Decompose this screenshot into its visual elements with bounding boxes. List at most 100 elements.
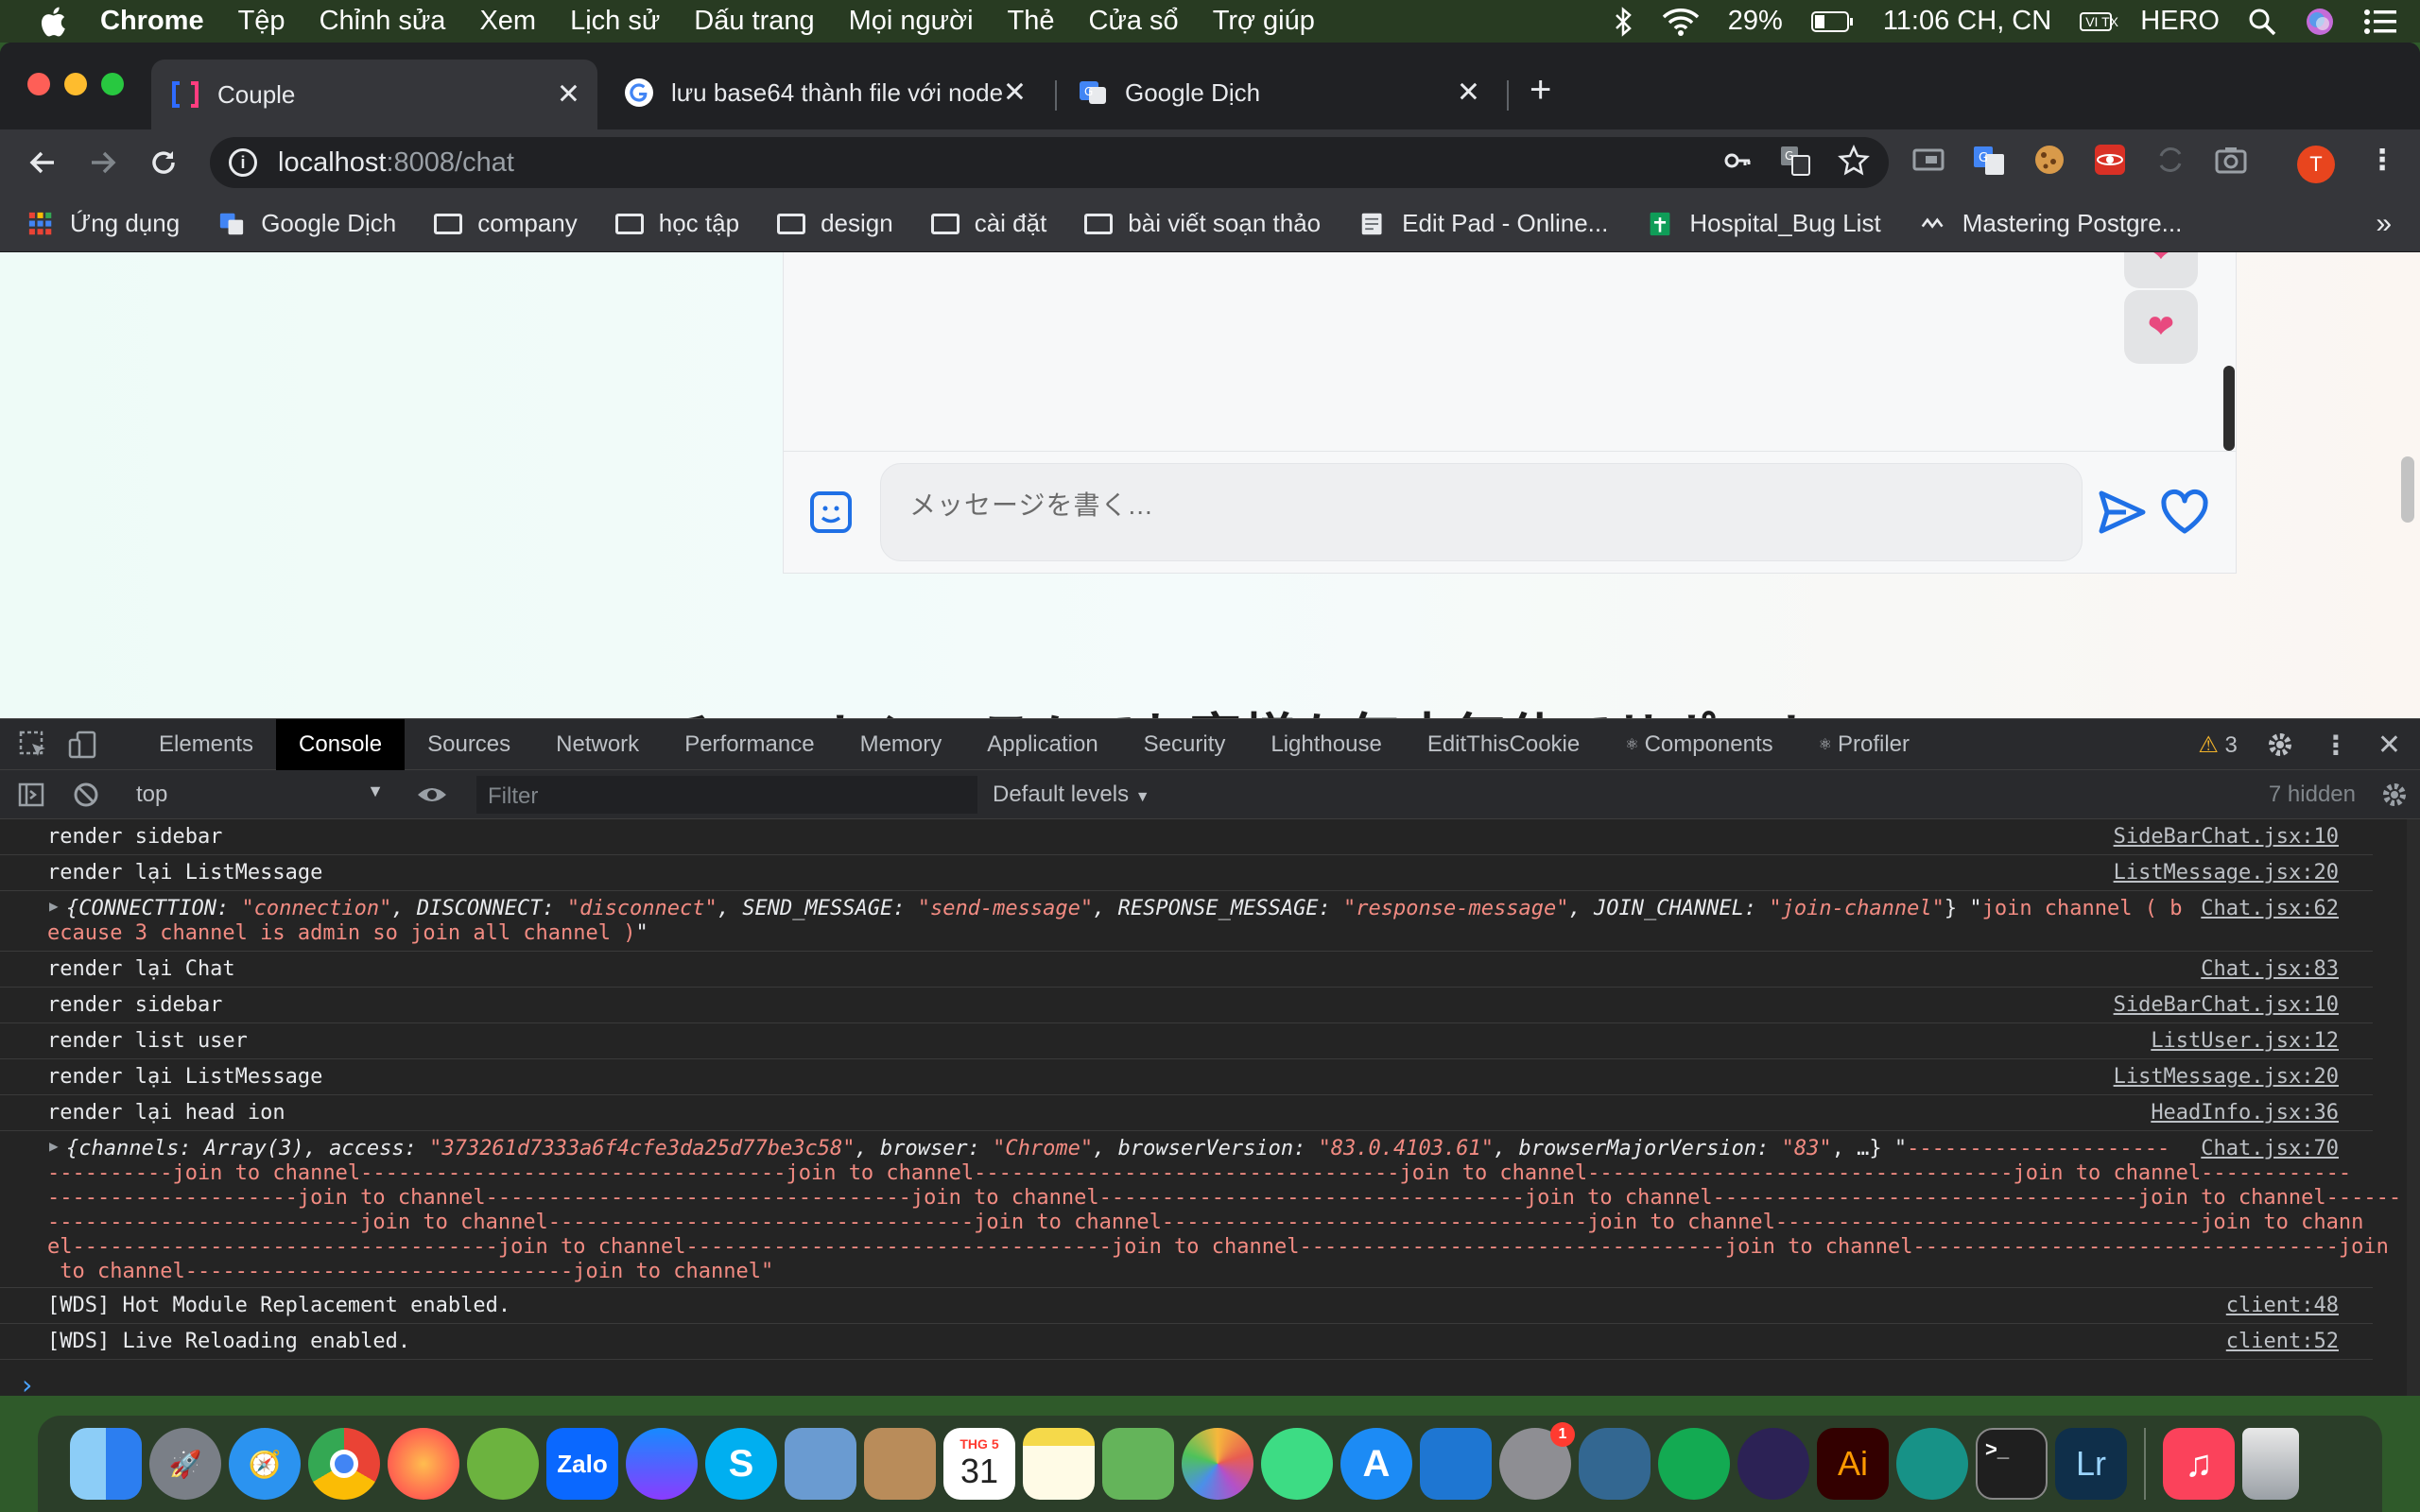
preview-icon[interactable] xyxy=(785,1428,856,1500)
chrome-icon[interactable] xyxy=(308,1428,380,1500)
devtools-tab-network[interactable]: Network xyxy=(533,719,662,770)
bookmark-mastering-postgres[interactable]: Mastering Postgre... xyxy=(1919,209,2182,238)
vscode-icon[interactable] xyxy=(1420,1428,1492,1500)
bookmark-folder-company[interactable]: company xyxy=(434,209,578,238)
menu-file[interactable]: Tệp xyxy=(238,6,285,37)
safari-icon[interactable]: 🧭 xyxy=(229,1428,301,1500)
forward-button[interactable] xyxy=(83,143,123,182)
device-toolbar-icon[interactable] xyxy=(66,729,98,761)
tab-couple[interactable]: Couple ✕ xyxy=(151,60,597,129)
bookmark-google-dich[interactable]: Google Dịch xyxy=(217,209,396,238)
google-translate-extension-icon[interactable]: G xyxy=(1972,143,2006,177)
bookmark-edit-pad[interactable]: Edit Pad - Online... xyxy=(1358,209,1608,238)
illustrator-icon[interactable]: Ai xyxy=(1817,1428,1889,1500)
message-input[interactable]: メッセージを書く... xyxy=(880,463,2083,561)
firefox-icon[interactable] xyxy=(388,1428,459,1500)
trash-icon[interactable] xyxy=(2242,1428,2299,1500)
bookmark-apps[interactable]: Ứng dụng xyxy=(26,209,180,238)
console-source-link[interactable]: HeadInfo.jsx:36 xyxy=(2151,1099,2339,1127)
execution-context-select[interactable]: top ▼ xyxy=(136,782,384,808)
console-source-link[interactable]: Chat.jsx:70 xyxy=(2201,1135,2339,1163)
menu-history[interactable]: Lịch sử xyxy=(570,6,660,37)
sidebar-toggle-icon[interactable] xyxy=(17,781,45,809)
bookmark-folder-cai-dat[interactable]: cài đặt xyxy=(930,209,1046,238)
screenshot-camera-icon[interactable] xyxy=(2214,143,2248,177)
devtools-tab-profiler[interactable]: ⚛ Profiler xyxy=(1796,719,1932,770)
cast-icon[interactable] xyxy=(1911,143,1945,177)
sticker-icon[interactable] xyxy=(808,490,856,537)
terminal-icon[interactable]: >_ xyxy=(1976,1428,2048,1500)
skype-icon[interactable]: S xyxy=(705,1428,777,1500)
bookmark-folder-bai-viet[interactable]: bài viết soạn thảo xyxy=(1084,209,1321,238)
zalo-icon[interactable]: Zalo xyxy=(546,1428,618,1500)
console-settings-gear-icon[interactable] xyxy=(2380,781,2409,809)
tab-close-icon[interactable]: ✕ xyxy=(1003,77,1027,110)
bookmark-hospital-bug-list[interactable]: Hospital_Bug List xyxy=(1646,209,1881,238)
launchpad-icon[interactable]: 🚀 xyxy=(149,1428,221,1500)
mongodb-icon[interactable] xyxy=(1658,1428,1730,1500)
devtools-tab-elements[interactable]: Elements xyxy=(136,719,276,770)
tab-google-dich[interactable]: G Google Dịch ✕ xyxy=(1059,65,1497,120)
menu-view[interactable]: Xem xyxy=(479,6,536,37)
page-scrollbar[interactable] xyxy=(2401,456,2414,523)
translate-page-icon[interactable]: G xyxy=(1779,145,1811,177)
photos-icon[interactable] xyxy=(1182,1428,1253,1500)
battery-icon[interactable] xyxy=(1810,10,1855,33)
console-prompt-icon[interactable]: › xyxy=(19,1369,35,1396)
maps-icon[interactable] xyxy=(1102,1428,1174,1500)
input-source-icon[interactable]: VI TX xyxy=(2080,11,2118,31)
contacts-icon[interactable] xyxy=(864,1428,936,1500)
cookie-extension-icon[interactable] xyxy=(2032,143,2066,177)
expand-triangle-icon[interactable]: ▶ xyxy=(49,1137,59,1155)
app-store-icon[interactable]: A xyxy=(1340,1428,1412,1500)
menu-people[interactable]: Mọi người xyxy=(849,6,974,37)
back-button[interactable] xyxy=(23,143,62,182)
console-source-link[interactable]: SideBarChat.jsx:10 xyxy=(2114,991,2339,1020)
spotlight-search-icon[interactable] xyxy=(2248,8,2276,36)
devtools-tab-performance[interactable]: Performance xyxy=(662,719,837,770)
console-source-link[interactable]: ListMessage.jsx:20 xyxy=(2114,1063,2339,1091)
bookmark-star-icon[interactable] xyxy=(1838,145,1870,177)
tab-close-icon[interactable]: ✕ xyxy=(557,78,580,112)
devtools-close-icon[interactable]: ✕ xyxy=(2377,729,2401,762)
window-close-button[interactable] xyxy=(27,73,50,95)
siri-icon[interactable] xyxy=(2305,7,2335,37)
console-message[interactable]: {channels: Array(3), access: "373261d733… xyxy=(47,1137,2373,1161)
console-message[interactable]: {CONNECTTION: "connection", DISCONNECT: … xyxy=(47,897,2373,921)
devtools-menu-icon[interactable]: ⋮ xyxy=(2323,730,2349,761)
devtools-tab-sources[interactable]: Sources xyxy=(405,719,533,770)
warnings-counter[interactable]: ⚠ 3 xyxy=(2198,731,2238,759)
finder-icon[interactable] xyxy=(70,1428,142,1500)
devtools-tab-memory[interactable]: Memory xyxy=(838,719,965,770)
devtools-tab-console[interactable]: Console xyxy=(276,718,406,770)
devtools-tab-lighthouse[interactable]: Lighthouse xyxy=(1248,719,1404,770)
live-expression-eye-icon[interactable] xyxy=(416,781,448,809)
messenger-icon[interactable] xyxy=(626,1428,698,1500)
console-source-link[interactable]: Chat.jsx:62 xyxy=(2201,895,2339,923)
bookmark-folder-design[interactable]: design xyxy=(777,209,893,238)
console-source-link[interactable]: ListMessage.jsx:20 xyxy=(2114,859,2339,887)
site-info-icon[interactable]: i xyxy=(229,148,257,177)
chrome-menu-icon[interactable]: ⋮ xyxy=(2368,146,2396,175)
coccoc-icon[interactable] xyxy=(467,1428,539,1500)
tab-close-icon[interactable]: ✕ xyxy=(1457,77,1480,110)
log-levels-dropdown[interactable]: Default levels ▼ xyxy=(993,782,1150,808)
music-icon[interactable]: ♫ xyxy=(2163,1428,2235,1500)
inspect-element-icon[interactable] xyxy=(17,729,49,761)
clear-console-icon[interactable] xyxy=(72,781,100,809)
menu-tab[interactable]: Thẻ xyxy=(1008,6,1055,37)
lightroom-icon[interactable]: Lr xyxy=(2055,1428,2127,1500)
bookmarks-overflow-icon[interactable]: » xyxy=(2376,208,2392,240)
android-studio-icon[interactable] xyxy=(1261,1428,1333,1500)
menu-window[interactable]: Cửa sổ xyxy=(1089,6,1179,37)
menu-bookmarks[interactable]: Dấu trang xyxy=(694,6,814,37)
settings-gear-icon[interactable] xyxy=(2266,730,2294,759)
menu-app-name[interactable]: Chrome xyxy=(100,6,204,37)
devtools-tab-security[interactable]: Security xyxy=(1121,719,1249,770)
profile-avatar[interactable]: T xyxy=(2297,146,2335,183)
console-filter-input[interactable]: Filter xyxy=(476,776,977,814)
devtools-tab-editthiscookie[interactable]: EditThisCookie xyxy=(1405,719,1602,770)
notes-icon[interactable] xyxy=(1023,1428,1095,1500)
window-minimize-button[interactable] xyxy=(64,73,87,95)
console-source-link[interactable]: SideBarChat.jsx:10 xyxy=(2114,823,2339,851)
